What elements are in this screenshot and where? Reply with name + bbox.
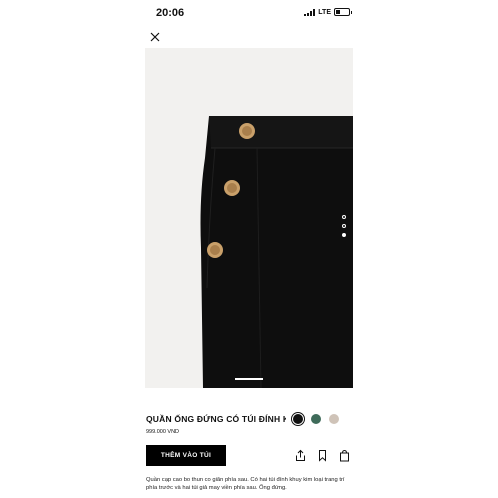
product-title: QUẦN ỐNG ĐỨNG CÓ TÚI ĐÍNH K... (146, 414, 286, 424)
gold-button-3 (207, 242, 223, 258)
network-label: LTE (318, 8, 331, 16)
gold-button-2 (224, 180, 240, 196)
add-to-bag-button[interactable]: THÊM VÀO TÚI (146, 445, 226, 466)
color-swatches (291, 412, 339, 426)
product-price: 999.000 VND (146, 429, 180, 435)
close-icon[interactable] (148, 30, 162, 44)
color-swatch-black[interactable] (291, 412, 305, 426)
product-image[interactable] (145, 48, 353, 388)
action-icons (294, 449, 351, 462)
battery-icon (334, 8, 352, 16)
status-time: 20:06 (156, 7, 185, 19)
carousel-dot[interactable] (342, 215, 346, 219)
shopping-bag-icon[interactable] (338, 449, 351, 462)
carousel-dot[interactable] (342, 224, 346, 228)
status-bar: 20:06 LTE (142, 0, 356, 26)
gold-button-1 (239, 123, 255, 139)
share-icon[interactable] (294, 449, 307, 462)
color-swatch-green[interactable] (311, 414, 321, 424)
color-swatch-beige[interactable] (329, 414, 339, 424)
trousers-image (200, 116, 353, 388)
signal-icon (304, 8, 316, 16)
carousel-indicator[interactable] (342, 215, 346, 237)
product-description: Quần cạp cao bo thun co giãn phía sau. C… (146, 477, 345, 491)
phone-screen: 20:06 LTE QUẦN ỐNG ĐỨNG CÓ TÚI ĐÍNH K... (142, 0, 356, 498)
bookmark-icon[interactable] (316, 449, 329, 462)
carousel-dot-active[interactable] (342, 233, 346, 237)
status-indicators: LTE (304, 8, 352, 16)
scroll-indicator (235, 378, 263, 380)
